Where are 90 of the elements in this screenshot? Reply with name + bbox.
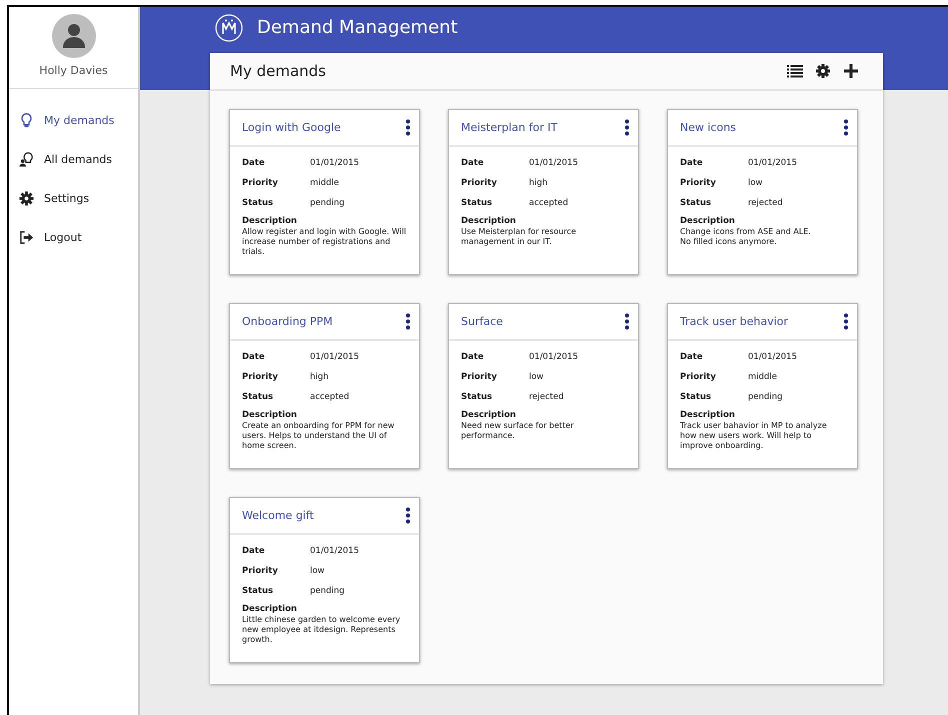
field-label: Description bbox=[242, 604, 298, 614]
field-value: low bbox=[529, 372, 544, 382]
field-label: Priority bbox=[242, 372, 278, 382]
field-label: Date bbox=[242, 546, 265, 556]
field-value: 01/01/2015 bbox=[310, 352, 359, 362]
field-value: rejected bbox=[748, 198, 783, 208]
field-value: 01/01/2015 bbox=[529, 352, 578, 362]
avatar-icon bbox=[52, 14, 96, 58]
nav-item[interactable]: Logout bbox=[9, 218, 138, 257]
field-label: Priority bbox=[242, 178, 278, 188]
add-icon[interactable] bbox=[843, 63, 859, 79]
more-icon[interactable] bbox=[843, 119, 849, 136]
demand-title[interactable]: Track user behavior bbox=[680, 315, 843, 328]
field-value: 01/01/2015 bbox=[310, 546, 359, 556]
description-text: Need new surface for better performance. bbox=[461, 421, 575, 441]
field-label: Date bbox=[461, 158, 484, 168]
demand-title[interactable]: Login with Google bbox=[242, 121, 405, 134]
logout-icon bbox=[19, 230, 34, 245]
demand-title[interactable]: Welcome gift bbox=[242, 509, 405, 522]
more-icon[interactable] bbox=[624, 119, 630, 136]
field-label: Priority bbox=[461, 178, 497, 188]
description-text: Little chinese garden to welcome every new employee at itdesign. Represents growth. bbox=[242, 615, 402, 645]
description-text: Use Meisterplan for resource management in our IT. bbox=[461, 227, 578, 247]
nav-item[interactable]: My demands bbox=[9, 101, 138, 140]
field-label: Description bbox=[461, 216, 517, 226]
field-label: Date bbox=[242, 352, 265, 362]
field-value: 01/01/2015 bbox=[748, 158, 797, 168]
settings-icon[interactable] bbox=[815, 63, 831, 79]
field-value: high bbox=[529, 178, 548, 188]
panel-title: My demands bbox=[230, 62, 327, 80]
nav-item[interactable]: All demands bbox=[9, 140, 138, 179]
field-value: pending bbox=[310, 586, 345, 596]
field-label: Description bbox=[680, 410, 736, 420]
user-name: Holly Davies bbox=[39, 64, 108, 77]
field-value: pending bbox=[310, 198, 345, 208]
field-label: Date bbox=[242, 158, 265, 168]
field-label: Status bbox=[461, 198, 492, 208]
field-value: 01/01/2015 bbox=[748, 352, 797, 362]
field-label: Status bbox=[242, 392, 274, 402]
nav-label: All demands bbox=[44, 153, 112, 166]
description-text: Change icons from ASE and ALE. No filled icons anymore. bbox=[680, 227, 812, 247]
field-value: 01/01/2015 bbox=[529, 158, 578, 168]
description-text: Create an onboarding for PPM for new users. Helps to understand the UI of home screen. bbox=[242, 421, 396, 451]
field-label: Status bbox=[680, 198, 712, 208]
field-label: Priority bbox=[680, 372, 716, 382]
field-label: Status bbox=[242, 586, 274, 596]
more-icon[interactable] bbox=[405, 119, 411, 136]
lightbulb-icon bbox=[19, 113, 34, 128]
field-value: middle bbox=[310, 178, 340, 188]
demand-title[interactable]: New icons bbox=[680, 121, 843, 134]
field-label: Priority bbox=[242, 566, 278, 576]
field-label: Description bbox=[461, 410, 517, 420]
field-value: high bbox=[310, 372, 329, 382]
field-value: 01/01/2015 bbox=[310, 158, 359, 168]
field-label: Status bbox=[461, 392, 492, 402]
field-label: Date bbox=[680, 352, 703, 362]
nav-label: Settings bbox=[44, 192, 90, 205]
nav-label: My demands bbox=[44, 114, 114, 127]
field-value: accepted bbox=[529, 198, 568, 208]
field-label: Date bbox=[680, 158, 703, 168]
field-value: pending bbox=[748, 392, 783, 402]
field-label: Status bbox=[242, 198, 274, 208]
field-label: Priority bbox=[461, 372, 497, 382]
nav-item[interactable]: Settings bbox=[9, 179, 138, 218]
app-title: Demand Management bbox=[257, 16, 458, 40]
field-label: Status bbox=[680, 392, 712, 402]
list-view-icon[interactable] bbox=[787, 63, 803, 79]
field-value: rejected bbox=[529, 392, 564, 402]
demand-title[interactable]: Onboarding PPM bbox=[242, 315, 405, 328]
field-label: Priority bbox=[680, 178, 716, 188]
more-icon[interactable] bbox=[843, 313, 849, 330]
gear-icon bbox=[19, 191, 34, 206]
field-label: Date bbox=[461, 352, 484, 362]
description-text: Track user bahavior in MP to analyze how new users work. Will help to improve onboarding. bbox=[680, 421, 828, 451]
more-icon[interactable] bbox=[405, 313, 411, 330]
field-label: Description bbox=[680, 216, 736, 226]
field-label: Description bbox=[242, 410, 298, 420]
field-label: Description bbox=[242, 216, 298, 226]
logo-icon bbox=[215, 14, 243, 42]
field-value: low bbox=[310, 566, 325, 576]
people-lightbulb-icon bbox=[19, 152, 34, 167]
more-icon[interactable] bbox=[405, 507, 411, 524]
more-icon[interactable] bbox=[624, 313, 630, 330]
field-value: accepted bbox=[310, 392, 350, 402]
demand-title[interactable]: Surface bbox=[461, 315, 624, 328]
field-value: low bbox=[748, 178, 763, 188]
field-value: middle bbox=[748, 372, 778, 382]
description-text: Allow register and login with Google. Will increase number of registrations and trials. bbox=[242, 227, 407, 257]
nav-label: Logout bbox=[44, 231, 82, 244]
demand-title[interactable]: Meisterplan for IT bbox=[461, 121, 624, 134]
